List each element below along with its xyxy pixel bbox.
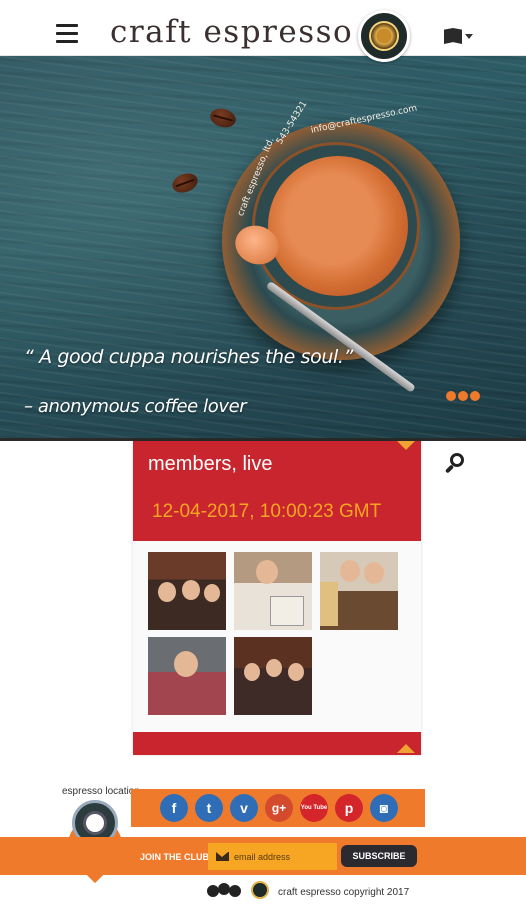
expand-triangle-icon[interactable] bbox=[397, 744, 415, 753]
coffee-cup-logo-icon[interactable] bbox=[358, 10, 410, 62]
members-live-panel: members, live 12-04-2017, 10:00:23 GMT bbox=[133, 441, 421, 755]
collapse-triangle-icon[interactable] bbox=[397, 441, 415, 450]
google-plus-icon[interactable]: g+ bbox=[265, 794, 293, 822]
member-photo[interactable] bbox=[148, 637, 226, 715]
copyright-text: craft espresso copyright 2017 bbox=[278, 887, 410, 898]
footer-cup-logo-icon bbox=[251, 881, 269, 899]
instagram-icon[interactable]: ◙ bbox=[370, 794, 398, 822]
members-timestamp: 12-04-2017, 10:00:23 GMT bbox=[152, 501, 382, 522]
espresso-crema-image bbox=[268, 156, 408, 296]
member-photo[interactable] bbox=[148, 552, 226, 630]
chevron-down-icon bbox=[465, 34, 473, 39]
carousel-dot[interactable] bbox=[458, 391, 468, 401]
hamburger-menu-icon[interactable] bbox=[56, 24, 78, 44]
pinterest-icon[interactable]: p bbox=[335, 794, 363, 822]
social-bar: f t v g+ You Tube p ◙ bbox=[131, 789, 425, 827]
page: craft espresso craft espresso, ltd. 543-… bbox=[0, 0, 526, 922]
hero-banner: craft espresso, ltd. 543-54321 info@craf… bbox=[0, 56, 526, 439]
brand-name[interactable]: craft espresso bbox=[110, 14, 353, 50]
vimeo-icon[interactable]: v bbox=[230, 794, 258, 822]
carousel-dots[interactable] bbox=[446, 391, 480, 401]
member-photo[interactable] bbox=[234, 552, 312, 630]
member-photo[interactable] bbox=[320, 552, 398, 630]
partner-logo-icon bbox=[207, 883, 243, 899]
twitter-icon[interactable]: t bbox=[195, 794, 223, 822]
youtube-icon[interactable]: You Tube bbox=[300, 794, 328, 822]
members-header: members, live 12-04-2017, 10:00:23 GMT bbox=[133, 441, 421, 541]
hero-quote: “ A good cuppa nourishes the soul.” bbox=[24, 346, 353, 368]
members-title: members, live bbox=[148, 453, 273, 475]
facebook-icon[interactable]: f bbox=[160, 794, 188, 822]
flag-icon bbox=[444, 28, 462, 44]
espresso-location-label: espresso location bbox=[62, 786, 140, 797]
members-footer bbox=[133, 732, 421, 755]
site-header: craft espresso bbox=[0, 0, 526, 62]
carousel-dot[interactable] bbox=[470, 391, 480, 401]
join-club-label: JOIN THE CLUB bbox=[140, 852, 210, 862]
member-photo[interactable] bbox=[234, 637, 312, 715]
hero-quote-author: – anonymous coffee lover bbox=[24, 396, 247, 417]
newsletter-bar: JOIN THE CLUB SUBSCRIBE bbox=[0, 837, 526, 875]
search-icon[interactable] bbox=[444, 453, 466, 475]
carousel-dot[interactable] bbox=[446, 391, 456, 401]
subscribe-button[interactable]: SUBSCRIBE bbox=[341, 845, 417, 867]
language-selector[interactable] bbox=[444, 28, 474, 46]
envelope-icon bbox=[216, 852, 229, 861]
